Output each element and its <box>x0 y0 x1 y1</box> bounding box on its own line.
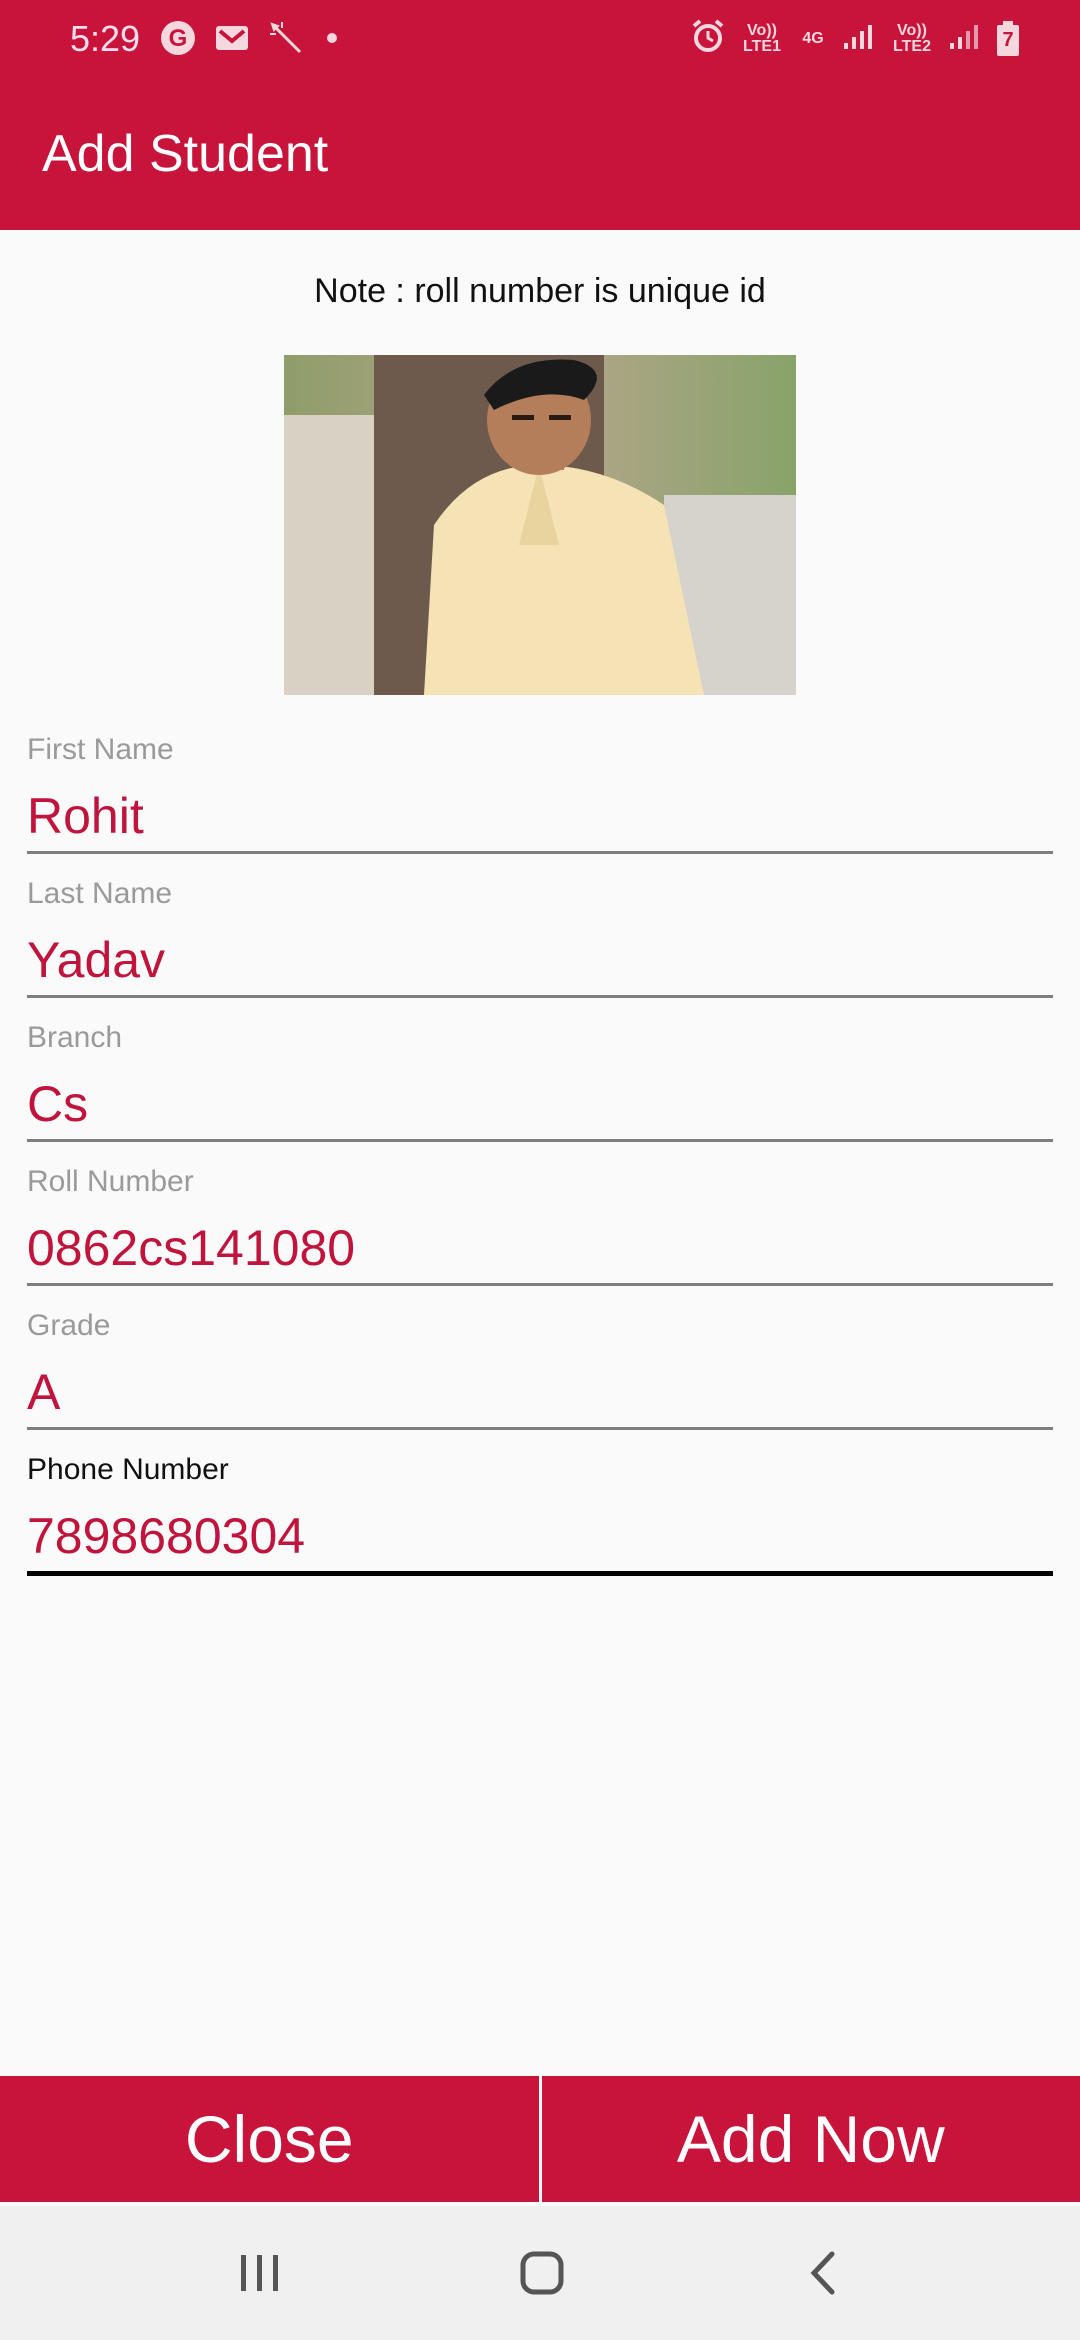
last-name-label: Last Name <box>27 877 173 910</box>
grade-field[interactable]: Grade A <box>27 1309 1053 1430</box>
status-bar: 5:29 G Vo)) LTE1 4G Vo)) LTE2 7 <box>0 0 1080 84</box>
page-title: Add Student <box>42 125 329 183</box>
branch-label: Branch <box>27 1021 123 1054</box>
back-icon[interactable] <box>762 2206 882 2340</box>
system-icons: Vo)) LTE1 4G Vo)) LTE2 7 <box>690 18 1020 59</box>
grade-input[interactable]: A <box>27 1357 1053 1430</box>
student-photo[interactable] <box>284 355 796 695</box>
magic-wand-icon <box>268 20 304 61</box>
branch-field[interactable]: Branch Cs <box>27 1021 1053 1142</box>
volte-lte1-icon: Vo)) LTE1 <box>743 21 781 55</box>
home-icon[interactable] <box>482 2206 602 2340</box>
phone-number-input[interactable]: 7898680304 <box>27 1501 1053 1576</box>
dot-icon <box>322 28 342 53</box>
gmail-icon <box>214 23 250 58</box>
phone-number-field[interactable]: Phone Number 7898680304 <box>27 1453 1053 1576</box>
first-name-field[interactable]: First Name Rohit <box>27 733 1053 854</box>
add-now-button[interactable]: Add Now <box>541 2076 1080 2202</box>
first-name-input[interactable]: Rohit <box>27 781 1053 854</box>
phone-number-label: Phone Number <box>27 1453 229 1486</box>
system-nav-bar <box>0 2206 1080 2340</box>
battery-icon: 7 <box>996 20 1020 57</box>
roll-number-label: Roll Number <box>27 1165 194 1198</box>
note-text: Note : roll number is unique id <box>314 272 766 310</box>
signal-icon <box>842 21 876 56</box>
alarm-icon <box>690 18 726 59</box>
branch-input[interactable]: Cs <box>27 1069 1053 1142</box>
close-button[interactable]: Close <box>0 2076 539 2202</box>
roll-number-field[interactable]: Roll Number 0862cs141080 <box>27 1165 1053 1286</box>
battery-level: 7 <box>1002 28 1014 51</box>
status-time: 5:29 <box>70 18 141 59</box>
action-bar: Close Add Now <box>0 2076 1080 2202</box>
svg-text:G: G <box>169 25 188 52</box>
first-name-label: First Name <box>27 733 174 766</box>
last-name-field[interactable]: Last Name Yadav <box>27 877 1053 998</box>
google-icon: G <box>160 20 196 61</box>
4g-icon: 4G <box>802 29 824 47</box>
app-bar: Add Student <box>0 84 1080 230</box>
roll-number-input[interactable]: 0862cs141080 <box>27 1213 1053 1286</box>
last-name-input[interactable]: Yadav <box>27 925 1053 998</box>
notification-icons: G <box>160 20 342 61</box>
recent-apps-icon[interactable] <box>200 2206 320 2340</box>
volte-lte2-icon: Vo)) LTE2 <box>893 21 931 55</box>
signal-icon <box>948 21 982 56</box>
grade-label: Grade <box>27 1309 111 1342</box>
